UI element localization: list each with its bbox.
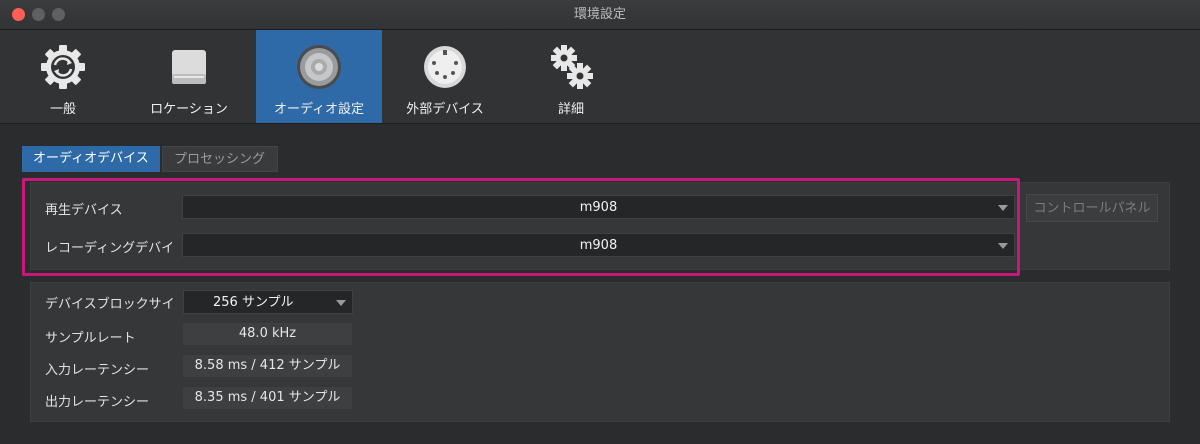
drive-icon [172,50,206,84]
toolbar-item-advanced[interactable]: 詳細 [508,30,634,123]
minimize-window-button[interactable] [32,8,45,21]
toolbar-item-location[interactable]: ロケーション [126,30,252,123]
output-latency-value: 8.35 ms / 401 サンプル [183,387,352,409]
gears-icon [551,45,593,89]
window-title: 環境設定 [573,7,626,22]
block-size-value: 256 サンプル [213,295,294,310]
title-bar: 環境設定 [0,0,1200,30]
block-size-label: デバイスブロックサイ [45,297,175,312]
toolbar-label-general: 一般 [49,102,76,117]
toolbar-item-general[interactable]: 一般 [0,30,126,123]
tab-audio-devices[interactable]: オーディオデバイス [22,146,160,172]
toolbar-item-external-devices[interactable]: 外部デバイス [382,30,508,123]
input-latency-value: 8.58 ms / 412 サンプル [183,355,352,377]
toolbar-label-audio-settings: オーディオ設定 [273,102,365,117]
block-size-select[interactable]: 256 サンプル [183,290,353,314]
sample-rate-value: 48.0 kHz [183,323,352,345]
input-latency-label: 入力レーテンシー [45,363,150,378]
midi-port-icon [424,46,466,88]
sample-rate-label: サンプルレート [45,331,136,346]
toolbar-label-advanced: 詳細 [557,102,584,117]
zoom-window-button[interactable] [52,8,65,21]
tab-processing[interactable]: プロセッシング [162,146,278,172]
chevron-down-icon [336,300,346,306]
highlight-box [22,178,1020,276]
toolbar-item-audio-settings[interactable]: オーディオ設定 [256,30,382,123]
gear-refresh-icon [41,45,85,89]
control-panel-button[interactable]: コントロールパネル [1026,194,1158,222]
toolbar-label-location: ロケーション [150,102,228,117]
close-window-button[interactable] [12,8,25,21]
toolbar-label-external-devices: 外部デバイス [406,102,484,117]
output-latency-label: 出力レーテンシー [45,395,150,410]
speaker-icon [297,45,341,89]
preferences-toolbar: 一般 ロケーション オーディオ設定 外部デバイス 詳細 [0,30,1200,124]
